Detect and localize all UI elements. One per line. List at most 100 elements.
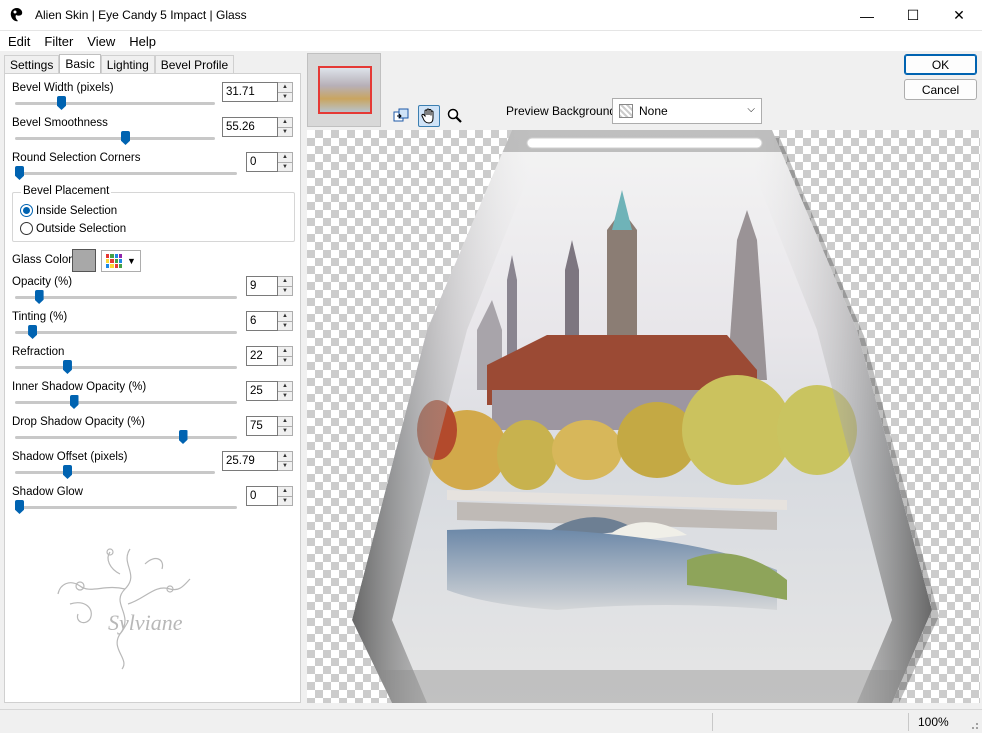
spin-down-icon[interactable]: ▼ xyxy=(278,322,292,331)
spin-up-icon[interactable]: ▲ xyxy=(278,312,292,322)
hand-pan-icon xyxy=(421,108,434,124)
refraction-spinner[interactable]: 22 ▲ ▼ xyxy=(246,346,293,366)
spin-down-icon[interactable]: ▼ xyxy=(278,392,292,401)
round-corners-slider[interactable] xyxy=(15,166,24,180)
menu-help[interactable]: Help xyxy=(121,34,162,49)
inside-selection-radio[interactable]: Inside Selection xyxy=(20,204,117,217)
bevel-width-slider[interactable] xyxy=(57,96,66,110)
resize-grip-icon[interactable] xyxy=(969,720,979,730)
inner-shadow-opacity-slider[interactable] xyxy=(69,395,79,409)
opacity-value[interactable]: 9 xyxy=(246,276,278,296)
inner-shadow-opacity-track[interactable] xyxy=(15,401,237,404)
window-title: Alien Skin | Eye Candy 5 Impact | Glass xyxy=(35,8,247,22)
bevel-width-label: Bevel Width (pixels) xyxy=(12,82,114,94)
spin-up-icon[interactable]: ▲ xyxy=(278,277,292,287)
ok-button[interactable]: OK xyxy=(904,54,977,75)
bevel-width-track[interactable] xyxy=(15,102,215,105)
navigate-icon xyxy=(393,108,409,122)
outside-selection-radio[interactable]: Outside Selection xyxy=(20,222,126,235)
spin-up-icon[interactable]: ▲ xyxy=(278,487,292,497)
tinting-spinner[interactable]: 6 ▲ ▼ xyxy=(246,311,293,331)
spin-down-icon[interactable]: ▼ xyxy=(278,287,292,296)
menu-edit[interactable]: Edit xyxy=(0,34,36,49)
preview-background-value: None xyxy=(639,104,668,118)
bevel-width-value[interactable]: 31.71 xyxy=(222,82,278,102)
refraction-label: Refraction xyxy=(12,346,65,358)
spin-up-icon[interactable]: ▲ xyxy=(278,452,292,462)
maximize-button[interactable]: ☐ xyxy=(890,0,936,31)
navigator-viewport[interactable] xyxy=(318,66,372,114)
tab-basic[interactable]: Basic xyxy=(59,54,101,74)
spin-down-icon[interactable]: ▼ xyxy=(278,462,292,471)
preview-canvas[interactable] xyxy=(307,130,980,703)
status-divider xyxy=(908,713,909,731)
bevel-width-spinner[interactable]: 31.71 ▲ ▼ xyxy=(222,82,293,102)
drop-shadow-opacity-spinner[interactable]: 75 ▲ ▼ xyxy=(246,416,293,436)
bevel-placement-label: Bevel Placement xyxy=(21,185,112,197)
round-corners-spinner[interactable]: 0 ▲ ▼ xyxy=(246,152,293,172)
opacity-slider[interactable] xyxy=(34,290,44,304)
navigate-tool[interactable] xyxy=(390,105,412,127)
transparent-swatch-icon xyxy=(619,104,633,118)
drop-shadow-opacity-track[interactable] xyxy=(15,436,237,439)
shadow-offset-spinner[interactable]: 25.79 ▲ ▼ xyxy=(222,451,293,471)
radio-selected-icon[interactable] xyxy=(20,204,33,217)
round-corners-track[interactable] xyxy=(15,172,237,175)
spin-up-icon[interactable]: ▲ xyxy=(278,382,292,392)
cancel-button[interactable]: Cancel xyxy=(904,79,977,100)
tinting-value[interactable]: 6 xyxy=(246,311,278,331)
minimize-button[interactable]: — xyxy=(844,0,890,31)
inner-shadow-opacity-label: Inner Shadow Opacity (%) xyxy=(12,381,147,393)
shadow-glow-slider[interactable] xyxy=(15,500,24,514)
shadow-glow-track[interactable] xyxy=(15,506,237,509)
inner-shadow-opacity-value[interactable]: 25 xyxy=(246,381,278,401)
color-picker-dropdown[interactable]: ▼ xyxy=(101,250,141,272)
spin-down-icon[interactable]: ▼ xyxy=(278,427,292,436)
spin-up-icon[interactable]: ▲ xyxy=(278,417,292,427)
preview-background-select[interactable]: None ⌵ xyxy=(612,98,762,124)
glass-color-swatch[interactable] xyxy=(72,249,96,272)
shadow-offset-value[interactable]: 25.79 xyxy=(222,451,278,471)
hand-tool[interactable] xyxy=(418,105,440,127)
shadow-glow-value[interactable]: 0 xyxy=(246,486,278,506)
opacity-track[interactable] xyxy=(15,296,237,299)
shadow-glow-spinner[interactable]: 0 ▲ ▼ xyxy=(246,486,293,506)
shadow-offset-slider[interactable] xyxy=(63,465,72,479)
refraction-slider[interactable] xyxy=(62,360,72,374)
spin-down-icon[interactable]: ▼ xyxy=(278,357,292,366)
tab-lighting[interactable]: Lighting xyxy=(100,55,155,74)
drop-shadow-opacity-value[interactable]: 75 xyxy=(246,416,278,436)
bevel-smoothness-spinner[interactable]: 55.26 ▲ ▼ xyxy=(222,117,293,137)
refraction-track[interactable] xyxy=(15,366,237,369)
close-button[interactable]: ✕ xyxy=(936,0,982,31)
spin-up-icon[interactable]: ▲ xyxy=(278,83,292,93)
zoom-tool[interactable] xyxy=(444,105,466,127)
tinting-track[interactable] xyxy=(15,331,237,334)
menu-view[interactable]: View xyxy=(79,34,121,49)
refraction-value[interactable]: 22 xyxy=(246,346,278,366)
drop-shadow-opacity-slider[interactable] xyxy=(178,430,188,444)
opacity-spinner[interactable]: 9 ▲ ▼ xyxy=(246,276,293,296)
bevel-smoothness-track[interactable] xyxy=(15,137,215,140)
menu-filter[interactable]: Filter xyxy=(36,34,79,49)
zoom-icon xyxy=(447,108,462,123)
inner-shadow-opacity-spinner[interactable]: 25 ▲ ▼ xyxy=(246,381,293,401)
spin-down-icon[interactable]: ▼ xyxy=(278,163,292,172)
round-corners-value[interactable]: 0 xyxy=(246,152,278,172)
spin-up-icon[interactable]: ▲ xyxy=(278,118,292,128)
shadow-offset-track[interactable] xyxy=(15,471,215,474)
bevel-smoothness-value[interactable]: 55.26 xyxy=(222,117,278,137)
tab-bevel-profile[interactable]: Bevel Profile xyxy=(154,55,235,74)
tab-settings[interactable]: Settings xyxy=(4,55,60,74)
spin-down-icon[interactable]: ▼ xyxy=(278,93,292,102)
spin-down-icon[interactable]: ▼ xyxy=(278,497,292,506)
spin-down-icon[interactable]: ▼ xyxy=(278,128,292,137)
tinting-slider[interactable] xyxy=(28,325,38,339)
spin-up-icon[interactable]: ▲ xyxy=(278,347,292,357)
outside-selection-label: Outside Selection xyxy=(36,222,127,235)
bevel-smoothness-slider[interactable] xyxy=(121,131,130,145)
title-bar: Alien Skin | Eye Candy 5 Impact | Glass … xyxy=(0,0,982,31)
spin-up-icon[interactable]: ▲ xyxy=(278,153,292,163)
radio-unselected-icon[interactable] xyxy=(20,222,33,235)
navigator-thumbnail[interactable] xyxy=(307,53,381,127)
